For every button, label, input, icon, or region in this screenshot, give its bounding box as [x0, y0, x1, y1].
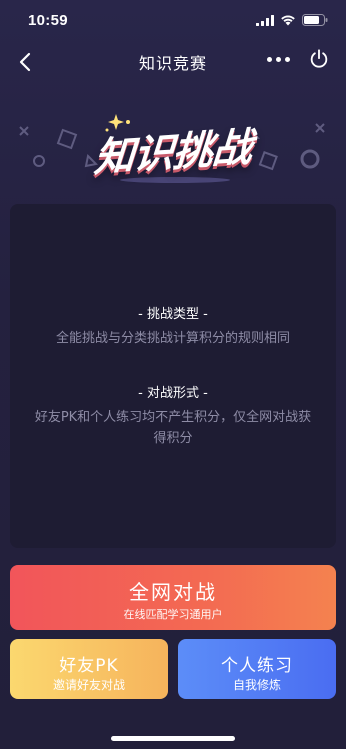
friend-pk-button[interactable]: 好友PK 邀请好友对战: [10, 639, 168, 699]
back-arrow-icon[interactable]: [14, 50, 38, 74]
global-battle-subtitle: 在线匹配学习通用户: [123, 608, 223, 621]
power-icon[interactable]: [308, 48, 330, 70]
wifi-icon: [281, 15, 295, 26]
global-battle-button[interactable]: 全网对战 在线匹配学习通用户: [10, 565, 336, 630]
friend-pk-subtitle: 邀请好友对战: [52, 678, 125, 692]
global-battle-label: 全网对战: [129, 580, 217, 604]
friend-pk-label: 好友PK: [59, 656, 119, 676]
nav-bar: 知识竞赛: [0, 40, 346, 84]
challenge-type-text: 全能挑战与分类挑战计算积分的规则相同: [55, 331, 290, 346]
battle-format-text: 好友PK和个人练习均不产生积分，仅全网对战获得积分: [34, 410, 312, 446]
solo-practice-subtitle: 自我修炼: [232, 678, 281, 692]
signal-icon: [256, 14, 274, 26]
home-indicator[interactable]: [111, 736, 235, 741]
rules-card: - 挑战类型 - 全能挑战与分类挑战计算积分的规则相同 - 对战形式 - 好友P…: [10, 204, 336, 548]
solo-practice-button[interactable]: 个人练习 自我修炼: [178, 639, 336, 699]
hero-banner: 知识挑战: [0, 100, 346, 195]
status-bar: 10:59: [0, 0, 346, 40]
nav-actions: [267, 48, 330, 70]
challenge-type-heading: - 挑战类型 -: [138, 307, 208, 322]
more-menu-icon[interactable]: [267, 49, 290, 70]
solo-practice-label: 个人练习: [221, 656, 293, 676]
status-time: 10:59: [28, 11, 68, 29]
status-icons: [256, 14, 328, 26]
battery-icon: [302, 14, 328, 26]
battle-format-heading: - 对战形式 -: [138, 386, 208, 401]
page-title: 知识竞赛: [138, 54, 207, 73]
